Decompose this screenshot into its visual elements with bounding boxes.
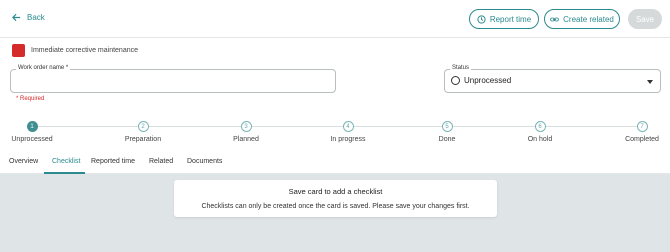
step-circle-7[interactable]: 7 — [636, 121, 648, 132]
status-label: Status — [450, 65, 472, 71]
step-label-5: Done — [438, 136, 456, 143]
step-label-3: Planned — [233, 136, 259, 143]
save-notice-card: Save card to add a checklist Checklists … — [174, 180, 497, 217]
tab-checklist[interactable]: Checklist — [52, 158, 80, 165]
work-order-name-label: Work order name * — [16, 65, 71, 71]
category-label: Immediate corrective maintenance — [31, 47, 138, 54]
step-label-2: Preparation — [124, 136, 162, 143]
report-time-label: Report time — [489, 14, 532, 24]
clock-icon — [477, 14, 486, 24]
step-circle-4[interactable]: 4 — [342, 121, 354, 132]
step-circle-5[interactable]: 5 — [441, 121, 453, 132]
status-select[interactable]: Status Unprocessed — [444, 65, 661, 93]
status-value: Unprocessed — [464, 76, 512, 85]
step-circle-2[interactable]: 2 — [137, 121, 149, 132]
tab-reported-time[interactable]: Reported time — [91, 158, 135, 165]
step-circle-6[interactable]: 6 — [534, 121, 546, 132]
save-button[interactable]: Save — [628, 9, 662, 29]
back-button[interactable]: Back — [12, 13, 45, 22]
step-circle-3[interactable]: 3 — [240, 121, 252, 132]
status-circle-icon — [451, 76, 460, 85]
required-hint: * Required — [16, 96, 45, 102]
tab-documents[interactable]: Documents — [187, 158, 222, 165]
top-bar: Back Report time Create related Save — [0, 0, 670, 38]
step-label-1: Unprocessed — [11, 136, 53, 143]
chevron-down-icon — [647, 80, 653, 84]
tab-bar: Overview Checklist Reported time Related… — [0, 154, 670, 174]
progress-track — [32, 126, 642, 127]
tab-related[interactable]: Related — [149, 158, 173, 165]
step-label-7: Completed — [625, 136, 659, 143]
step-circle-1[interactable]: 1 — [26, 121, 38, 132]
save-label: Save — [635, 14, 655, 24]
step-label-6: On hold — [527, 136, 553, 143]
notice-body: Checklists can only be created once the … — [201, 203, 470, 210]
back-label: Back — [27, 13, 45, 22]
work-order-name-field[interactable]: Work order name * — [10, 65, 336, 93]
create-related-button[interactable]: Create related — [544, 9, 620, 29]
tab-overview[interactable]: Overview — [9, 158, 38, 165]
step-label-4: In progress — [330, 136, 366, 143]
link-icon — [550, 17, 559, 21]
category-color-swatch — [12, 44, 25, 57]
create-related-label: Create related — [563, 14, 614, 24]
notice-title: Save card to add a checklist — [288, 187, 383, 196]
arrow-left-icon — [12, 13, 21, 22]
report-time-button[interactable]: Report time — [469, 9, 539, 29]
